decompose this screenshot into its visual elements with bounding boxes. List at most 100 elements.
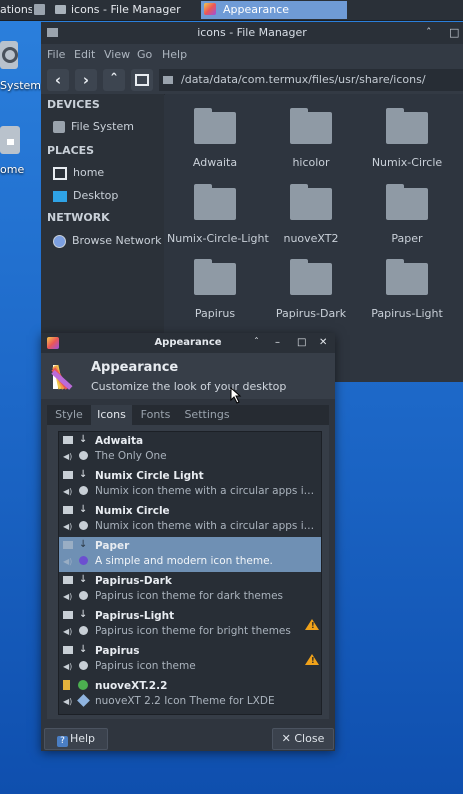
theme-description: Papirus icon theme for bright themes — [95, 625, 291, 637]
sidebar-item-browse-network[interactable]: Browse Network — [53, 234, 161, 248]
close-button[interactable]: ✕ — [319, 333, 327, 353]
file-manager-window: icons - File Manager ˆ □ File Edit View … — [41, 22, 463, 382]
sidebar-item-desktop[interactable]: Desktop — [53, 189, 118, 202]
folder-icon — [290, 108, 332, 144]
window-titlebar[interactable]: icons - File Manager ˆ □ — [41, 22, 463, 44]
menu-go[interactable]: Go — [137, 48, 152, 61]
theme-description: Papirus icon theme — [95, 660, 196, 672]
folder-item[interactable]: nuoveXT2 — [263, 184, 359, 245]
speaker-icon: ◀) — [63, 522, 73, 531]
folder-label: Numix-Circle-Light — [167, 232, 269, 245]
theme-name: Numix Circle Light — [95, 470, 204, 482]
maximize-button[interactable]: □ — [297, 333, 306, 353]
tab-settings[interactable]: Settings — [179, 405, 235, 425]
home-folder-icon[interactable] — [0, 126, 20, 154]
folder-icon — [290, 184, 332, 220]
taskbar-label: ations — [0, 3, 32, 16]
menu-edit[interactable]: Edit — [74, 48, 95, 61]
desktop-icon-label: System — [0, 79, 42, 92]
folder-label: Adwaita — [192, 156, 238, 169]
system-icon[interactable] — [0, 41, 18, 69]
download-icon — [78, 680, 88, 690]
folder-icon — [63, 680, 70, 690]
tab-fonts[interactable]: Fonts — [134, 405, 177, 425]
address-bar[interactable]: /data/data/com.termux/files/usr/share/ic… — [159, 69, 463, 91]
list-item[interactable]: ↓ ◀) Papirus-Dark Papirus icon theme for… — [59, 572, 321, 607]
globe-icon — [79, 591, 88, 600]
folder-icon — [63, 646, 73, 654]
theme-name: Adwaita — [95, 435, 144, 447]
folder-item[interactable]: Papirus-Dark — [263, 259, 359, 320]
folder-item[interactable]: Papirus-Light — [359, 259, 455, 320]
help-icon: ? — [56, 736, 68, 747]
download-icon: ↓ — [79, 469, 88, 480]
dialog-titlebar[interactable]: Appearance ˆ – □ ✕ — [41, 333, 335, 353]
download-icon: ↓ — [79, 644, 88, 655]
folder-icon — [194, 108, 236, 144]
taskbar-item-applications[interactable]: ations — [0, 1, 32, 19]
speaker-icon: ◀) — [63, 697, 73, 706]
theme-description: Numix icon theme with a circular apps ic… — [95, 485, 317, 497]
sidebar-item-file-system[interactable]: File System — [53, 120, 134, 133]
home-button[interactable] — [131, 69, 153, 91]
desktop-icon — [53, 190, 67, 202]
menu-help[interactable]: Help — [162, 48, 187, 61]
download-icon: ↓ — [79, 574, 88, 585]
folder-label: nuoveXT2 — [283, 232, 339, 245]
header-subtitle: Customize the look of your desktop — [91, 380, 287, 393]
list-item-selected[interactable]: ↓ ◀) Paper A simple and modern icon them… — [59, 537, 321, 572]
taskbar-item-file-manager[interactable]: icons - File Manager — [51, 1, 196, 19]
sidebar-item-label: home — [73, 166, 105, 179]
taskbar-label: Appearance — [223, 3, 290, 16]
list-item[interactable]: ◀) nuoveXT.2.2 nuoveXT 2.2 Icon Theme fo… — [59, 677, 321, 712]
globe-icon — [79, 556, 88, 565]
folder-item[interactable]: hicolor — [263, 108, 359, 169]
theme-name: Papirus-Light — [95, 610, 175, 622]
list-item[interactable]: ↓ ◀) Papirus-Light Papirus icon theme fo… — [59, 607, 321, 642]
warning-mark: ! — [311, 656, 315, 665]
folder-item[interactable]: Numix-Circle — [359, 108, 455, 169]
speaker-icon: ◀) — [63, 627, 73, 636]
sidebar-heading-places: PLACES — [47, 144, 95, 157]
sidebar-item-label: Desktop — [73, 189, 119, 202]
icon-theme-list[interactable]: ↓ ◀) Adwaita The Only One ↓ ◀) Numix Cir… — [58, 431, 322, 715]
folder-icon — [163, 76, 173, 84]
folder-item[interactable]: Numix-Circle-Light — [167, 184, 269, 245]
taskbar-item-appearance[interactable]: Appearance — [201, 1, 347, 19]
tab-style[interactable]: Style — [49, 405, 89, 425]
mouse-pointer-icon — [230, 387, 242, 404]
forward-button[interactable]: › — [75, 69, 97, 91]
help-button[interactable]: ? Help — [44, 728, 108, 750]
warning-mark: ! — [311, 621, 315, 630]
list-item[interactable]: ↓ ◀) Numix Circle Numix icon theme with … — [59, 502, 321, 537]
list-item[interactable]: ↓ ◀) Adwaita The Only One — [59, 432, 321, 467]
up-button[interactable]: ˆ — [103, 69, 125, 91]
minimize-button[interactable]: ˆ — [426, 22, 432, 44]
sidebar-item-home[interactable]: home — [53, 166, 104, 180]
folder-item[interactable]: Paper — [359, 184, 455, 245]
list-item[interactable]: ↓ ◀) Numix Circle Light Numix icon theme… — [59, 467, 321, 502]
folder-icon[interactable] — [34, 4, 45, 15]
menu-view[interactable]: View — [104, 48, 130, 61]
folder-icon — [194, 184, 236, 220]
back-button[interactable]: ‹ — [47, 69, 69, 91]
appearance-icon — [47, 337, 59, 349]
maximize-button[interactable]: □ — [449, 22, 459, 44]
home-icon — [53, 166, 67, 180]
folder-icon — [63, 436, 73, 444]
folder-label: Papirus — [194, 307, 236, 320]
house-icon — [7, 139, 14, 145]
tab-icons[interactable]: Icons — [91, 405, 132, 425]
minimize-button[interactable]: ˆ — [254, 333, 259, 353]
download-icon: ↓ — [79, 504, 88, 515]
list-item[interactable]: ↓ ◀) Papirus Papirus icon theme ! — [59, 642, 321, 677]
menu-file[interactable]: File — [47, 48, 65, 61]
folder-item[interactable]: Adwaita — [167, 108, 263, 169]
close-dialog-button[interactable]: ✕ Close — [272, 728, 334, 750]
desktop-icon-label: ome — [0, 163, 25, 176]
download-icon: ↓ — [79, 609, 88, 620]
theme-name: Numix Circle — [95, 505, 170, 517]
restore-button[interactable]: – — [275, 333, 280, 353]
folder-item[interactable]: Papirus — [167, 259, 263, 320]
download-icon: ↓ — [79, 434, 88, 445]
